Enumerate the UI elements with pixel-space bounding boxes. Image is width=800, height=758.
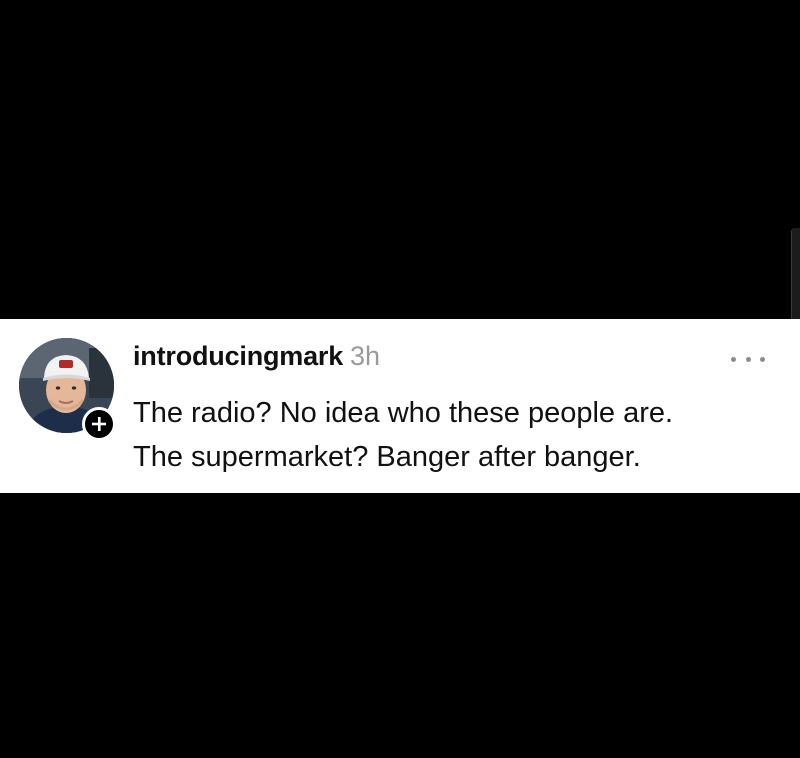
post-card: introducingmark 3h The radio? No idea wh… bbox=[0, 319, 800, 493]
screen: introducingmark 3h The radio? No idea wh… bbox=[0, 0, 800, 758]
username[interactable]: introducingmark bbox=[133, 341, 343, 372]
post-text: The radio? No idea who these people are.… bbox=[133, 391, 773, 479]
post-text-line: The supermarket? Banger after banger. bbox=[133, 441, 641, 473]
post-text-line: The radio? No idea who these people are. bbox=[133, 397, 674, 429]
plus-icon bbox=[92, 417, 106, 431]
post-header: introducingmark 3h bbox=[133, 341, 380, 372]
more-horizontal-icon bbox=[760, 356, 765, 362]
timestamp: 3h bbox=[350, 341, 381, 371]
more-horizontal-icon bbox=[731, 356, 736, 362]
more-horizontal-icon bbox=[745, 356, 751, 362]
follow-button[interactable] bbox=[82, 407, 116, 441]
more-options-button[interactable] bbox=[731, 353, 765, 365]
